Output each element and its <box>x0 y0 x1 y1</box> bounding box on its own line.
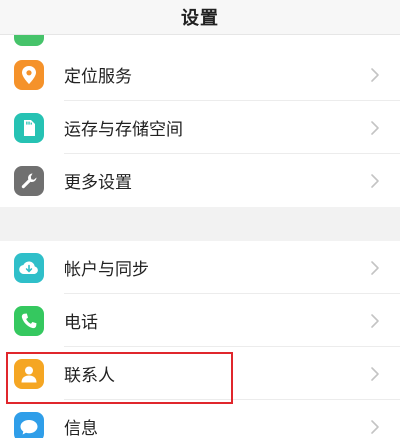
chevron-right-icon <box>364 257 386 279</box>
setting-item-label: 电话 <box>64 313 98 333</box>
top-bar: 设置 <box>0 0 400 35</box>
wrench-icon <box>14 165 44 196</box>
setting-item-label: 联系人 <box>64 366 115 386</box>
setting-item-location[interactable]: 定位服务 <box>0 48 400 101</box>
chevron-right-icon <box>364 117 386 139</box>
setting-item-label: 信息 <box>64 419 98 438</box>
setting-item-label: 定位服务 <box>64 67 132 87</box>
contact-person-icon <box>14 358 44 389</box>
chevron-right-icon <box>364 170 386 192</box>
section-gap <box>0 207 400 241</box>
setting-item-phone[interactable]: 电话 <box>0 294 400 347</box>
message-bubble-icon <box>14 411 44 438</box>
setting-item-more-settings[interactable]: 更多设置 <box>0 154 400 207</box>
setting-item-messages[interactable]: 信息 <box>0 400 400 438</box>
chevron-right-icon <box>364 64 386 86</box>
settings-group-1: 定位服务 运存与存储空间 更多设置 <box>0 48 400 207</box>
chevron-right-icon <box>364 310 386 332</box>
chevron-right-icon <box>364 363 386 385</box>
memory-card-icon <box>14 112 44 143</box>
setting-item-accounts-sync[interactable]: 帐户与同步 <box>0 241 400 294</box>
setting-item-contacts[interactable]: 联系人 <box>0 347 400 400</box>
settings-group-2: 帐户与同步 电话 联系人 信息 <box>0 241 400 438</box>
location-pin-icon <box>14 59 44 90</box>
setting-item-label: 更多设置 <box>64 173 132 193</box>
page-title: 设置 <box>181 8 219 29</box>
setting-item-storage[interactable]: 运存与存储空间 <box>0 101 400 154</box>
setting-item-label: 帐户与同步 <box>64 260 149 280</box>
settings-list[interactable]: 定位服务 运存与存储空间 更多设置 帐户与同步 电话 联系人 信息 <box>0 26 400 438</box>
phone-icon <box>14 305 44 336</box>
setting-item-label: 运存与存储空间 <box>64 120 183 140</box>
chevron-right-icon <box>364 416 386 438</box>
cloud-sync-icon <box>14 252 44 283</box>
